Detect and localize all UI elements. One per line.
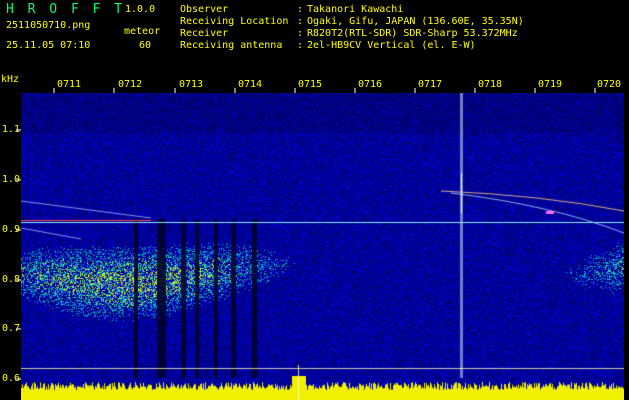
info-label-antenna: Receiving antenna <box>180 40 283 51</box>
info-sep: : <box>297 28 304 39</box>
info-label-location: Receiving Location <box>180 16 289 27</box>
info-sep: : <box>297 40 304 51</box>
image-filename: 2511050710.png <box>6 20 91 31</box>
y-axis-unit: kHz <box>1 74 20 85</box>
info-sep: : <box>297 16 304 27</box>
info-sep: : <box>297 4 304 15</box>
app-name: H R O F F T <box>6 2 126 17</box>
app-version: 1.0.0 <box>125 4 156 15</box>
info-value-antenna: 2el-HB9CV Vertical (el. E-W) <box>307 40 476 51</box>
info-value-receiver: R820T2(RTL-SDR) SDR-Sharp 53.372MHz <box>307 28 518 39</box>
info-value-location: Ogaki, Gifu, JAPAN (136.60E, 35.35N) <box>307 16 524 27</box>
x-tick-marks <box>53 88 596 93</box>
info-label-receiver: Receiver <box>180 28 229 39</box>
info-label-observer: Observer <box>180 4 229 15</box>
observation-datetime: 25.11.05 07:10 <box>6 40 91 51</box>
axis-tick-marks <box>16 88 596 380</box>
hrofft-window: H R O F F T 1.0.0 2511050710.png meteor … <box>0 0 629 400</box>
y-tick-marks <box>16 129 21 380</box>
info-value-observer: Takanori Kawachi <box>307 4 404 15</box>
meteor-count: 60 <box>139 40 152 51</box>
meteor-label: meteor <box>124 26 161 37</box>
